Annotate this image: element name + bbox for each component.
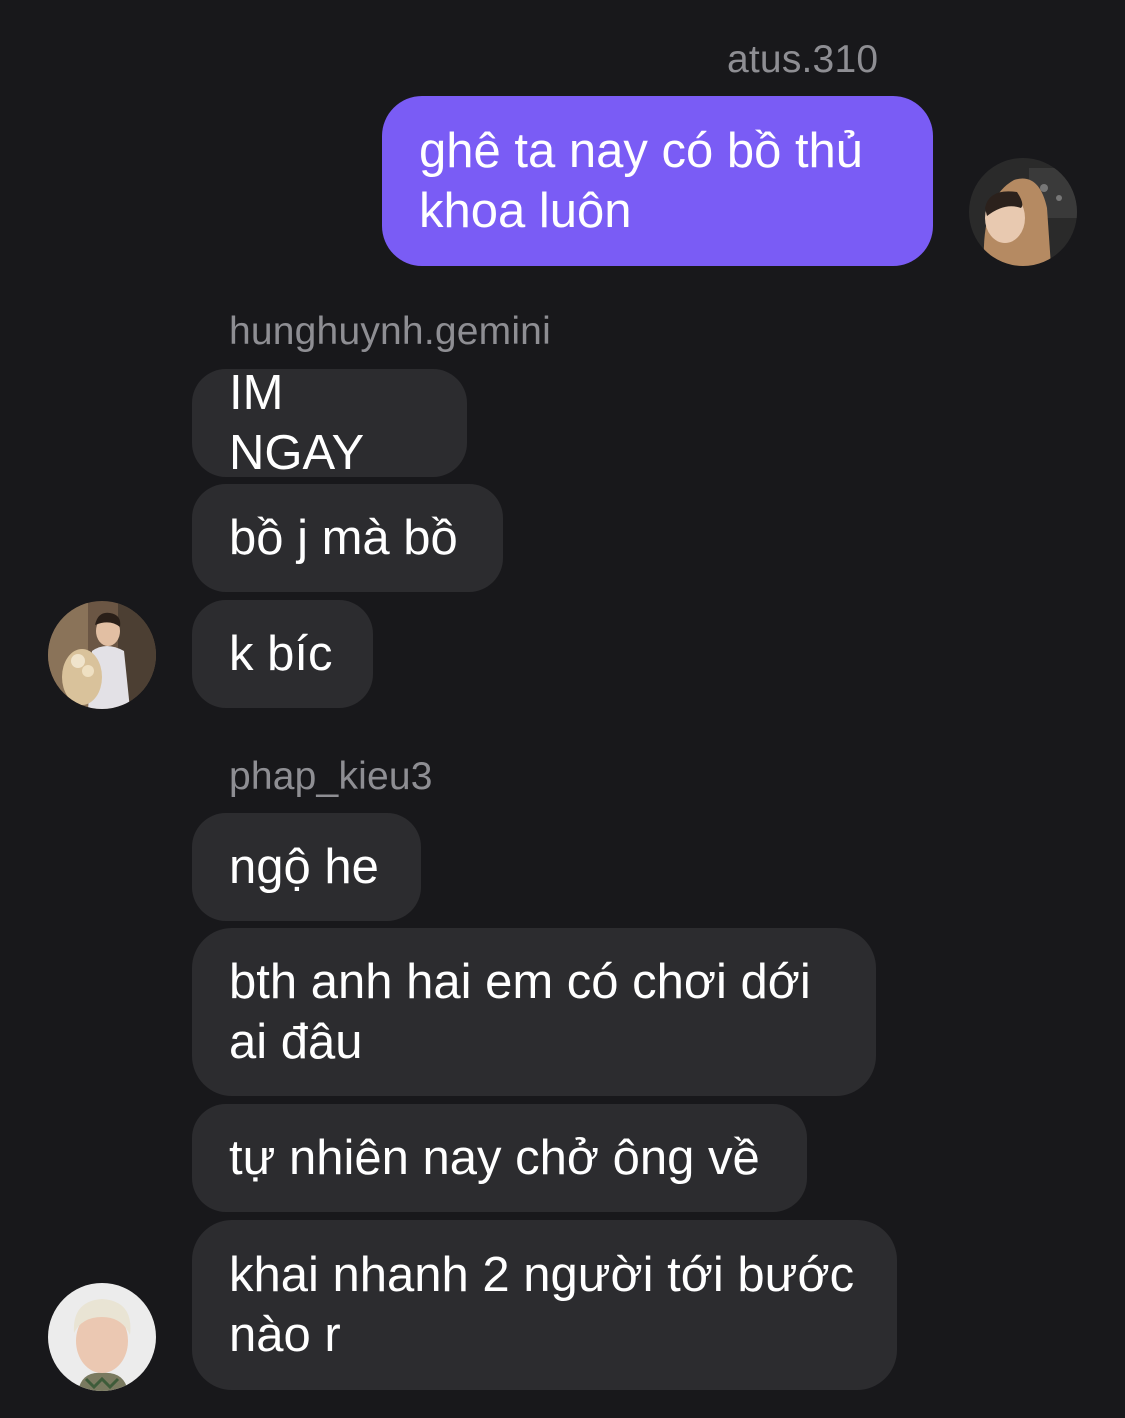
user-avatar-icon	[48, 1283, 156, 1391]
message-bubble[interactable]: ngộ he	[192, 813, 421, 921]
message-bubble[interactable]: bồ j mà bồ	[192, 484, 503, 592]
message-bubble[interactable]: k bíc	[192, 600, 373, 708]
sender-name-hunghuynh: hunghuynh.gemini	[229, 310, 551, 353]
sender-name-atus: atus.310	[727, 38, 879, 81]
message-bubble[interactable]: IM NGAY	[192, 366, 467, 480]
avatar-atus[interactable]	[969, 158, 1077, 266]
message-bubble[interactable]: tự nhiên nay chở ông về	[192, 1104, 807, 1212]
avatar-hunghuynh[interactable]	[48, 601, 156, 709]
avatar-phap[interactable]	[48, 1283, 156, 1391]
sender-name-phap: phap_kieu3	[229, 755, 433, 798]
user-avatar-icon	[48, 601, 156, 709]
message-bubble[interactable]: khai nhanh 2 người tới bước nào r	[192, 1220, 897, 1390]
message-bubble[interactable]: bth anh hai em có chơi dới ai đâu	[192, 928, 876, 1096]
user-avatar-icon	[969, 158, 1077, 266]
message-bubble-outgoing[interactable]: ghê ta nay có bồ thủ khoa luôn	[382, 96, 933, 266]
